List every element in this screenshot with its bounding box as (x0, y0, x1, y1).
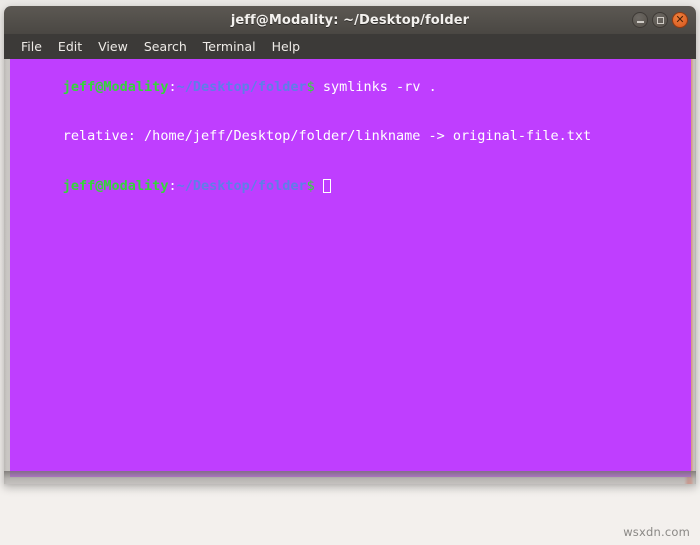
menu-item-edit[interactable]: Edit (51, 37, 89, 56)
prompt-user-host: jeff@Modality (62, 78, 169, 95)
prompt-colon: : (168, 177, 177, 194)
terminal-output-area[interactable]: jeff@Modality:~/Desktop/folder$ symlinks… (10, 59, 691, 477)
window-controls: ✕ (632, 6, 688, 34)
menu-item-search[interactable]: Search (137, 37, 194, 56)
prompt-user-host: jeff@Modality (62, 177, 169, 194)
minimize-button[interactable] (632, 12, 648, 28)
prompt-path: ~/Desktop/folder (176, 177, 307, 194)
terminal-output-text: relative: /home/jeff/Desktop/folder/link… (62, 128, 592, 144)
terminal-line: relative: /home/jeff/Desktop/folder/link… (14, 112, 691, 162)
maximize-icon (656, 16, 664, 24)
maximize-button[interactable] (652, 12, 668, 28)
minimize-icon (636, 21, 644, 23)
prompt-path: ~/Desktop/folder (176, 78, 307, 95)
menu-item-terminal[interactable]: Terminal (196, 37, 263, 56)
watermark: wsxdn.com (623, 525, 690, 539)
terminal-command: symlinks -rv . (314, 78, 437, 95)
menu-item-help[interactable]: Help (265, 37, 308, 56)
prompt-dollar: $ (306, 78, 315, 95)
title-bar[interactable]: jeff@Modality: ~/Desktop/folder ✕ (4, 6, 696, 34)
close-icon: ✕ (675, 13, 685, 26)
window-title: jeff@Modality: ~/Desktop/folder (230, 12, 470, 28)
text-cursor (322, 178, 331, 193)
terminal-command (315, 178, 323, 194)
terminal-line: jeff@Modality:~/Desktop/folder$ symlinks… (14, 62, 691, 112)
close-button[interactable]: ✕ (672, 12, 688, 28)
terminal-line: jeff@Modality:~/Desktop/folder$ (14, 161, 691, 211)
terminal-window: jeff@Modality: ~/Desktop/folder ✕ File E… (4, 6, 696, 484)
prompt-dollar: $ (306, 177, 315, 194)
menu-item-view[interactable]: View (91, 37, 135, 56)
prompt-colon: : (168, 78, 177, 95)
menu-item-file[interactable]: File (14, 37, 49, 56)
menu-bar: File Edit View Search Terminal Help (4, 34, 696, 59)
